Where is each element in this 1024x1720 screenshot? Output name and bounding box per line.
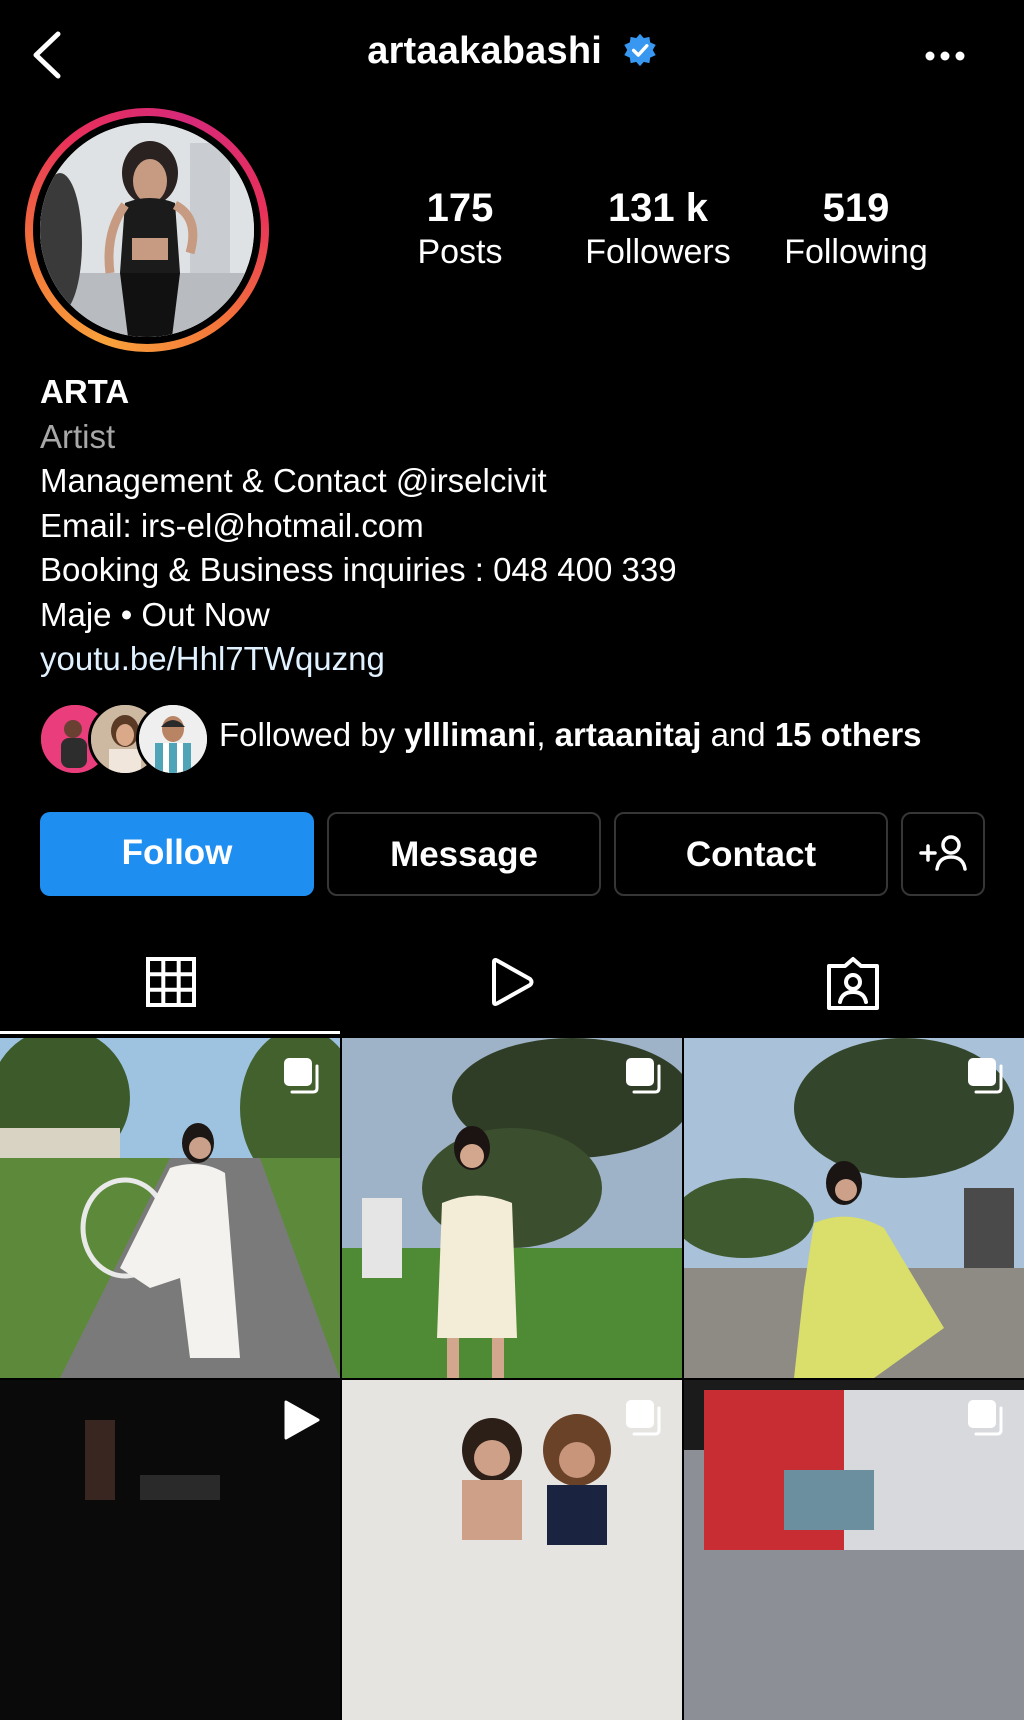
post-tile[interactable] <box>0 1038 340 1378</box>
reel-play-icon <box>284 1400 320 1440</box>
top-bar: artaakabashi <box>0 0 1024 110</box>
post-tile[interactable] <box>684 1038 1024 1378</box>
carousel-icon <box>284 1058 319 1094</box>
followed-by-conjunction: and <box>701 716 775 753</box>
profile-avatar <box>40 123 254 337</box>
following-label: Following <box>784 233 928 271</box>
carousel-icon <box>626 1400 661 1436</box>
followers-count: 131 k <box>607 186 709 230</box>
mutual-avatar-3 <box>136 702 210 776</box>
message-button[interactable]: Message <box>327 812 601 896</box>
post-tile[interactable] <box>342 1380 682 1720</box>
posts-count: 175 <box>426 186 494 230</box>
verified-badge-icon <box>624 33 656 67</box>
bio-link[interactable]: youtu.be/Hhl7TWquzng <box>40 637 1000 682</box>
mutual-others[interactable]: 15 others <box>775 716 922 753</box>
suggested-users-button[interactable] <box>901 812 985 896</box>
profile-photo <box>40 123 254 337</box>
posts-label: Posts <box>417 233 503 271</box>
contact-button[interactable]: Contact <box>614 812 888 896</box>
stat-following[interactable]: 519 Following <box>776 185 936 273</box>
bio-line-booking: Booking & Business inquiries : 048 400 3… <box>40 551 677 588</box>
story-ring[interactable] <box>25 108 269 352</box>
tab-reels[interactable] <box>341 940 682 1036</box>
post-tile[interactable] <box>342 1038 682 1378</box>
followers-label: Followers <box>585 233 731 271</box>
active-tab-indicator <box>0 1031 340 1034</box>
bio-line-email: Email: irs-el@hotmail.com <box>40 506 424 544</box>
post-tile[interactable] <box>0 1380 340 1720</box>
bio-line-release: Maje • Out Now <box>40 595 270 633</box>
followed-by-row[interactable]: Followed by ylllimani, artaanitaj and 15… <box>38 702 998 776</box>
followed-by-prefix: Followed by <box>219 716 405 753</box>
profile-bio: ARTA Artist Management & Contact @irselc… <box>40 370 1000 682</box>
profile-tabs <box>0 940 1024 1036</box>
stat-followers[interactable]: 131 k Followers <box>578 185 738 273</box>
following-count: 519 <box>822 186 890 230</box>
display-name: ARTA <box>40 373 130 410</box>
profile-username-header: artaakabashi <box>0 30 1024 73</box>
carousel-icon <box>968 1058 1003 1094</box>
carousel-icon <box>968 1400 1003 1436</box>
tab-tagged[interactable] <box>682 940 1023 1036</box>
follow-button[interactable]: Follow <box>40 812 314 896</box>
username: artaakabashi <box>367 30 602 72</box>
tagged-user-icon <box>826 957 879 1010</box>
post-tile[interactable] <box>684 1380 1024 1720</box>
bio-line-management: Management & Contact @irselcivit <box>40 462 547 499</box>
add-user-icon <box>919 835 967 871</box>
profile-category: Artist <box>40 417 116 455</box>
grid-icon <box>145 957 196 1007</box>
followed-by-text: Followed by ylllimani, artaanitaj and 15… <box>219 716 922 754</box>
followed-by-separator: , <box>536 716 555 753</box>
reels-play-icon <box>491 958 533 1006</box>
more-horizontal-icon <box>925 51 965 61</box>
more-options-button[interactable] <box>924 46 966 66</box>
mutual-user-2[interactable]: artaanitaj <box>555 716 702 753</box>
carousel-icon <box>626 1058 661 1094</box>
mutual-user-1[interactable]: ylllimani <box>404 716 536 753</box>
stat-posts[interactable]: 175 Posts <box>400 185 520 273</box>
tab-posts-grid[interactable] <box>0 940 341 1036</box>
